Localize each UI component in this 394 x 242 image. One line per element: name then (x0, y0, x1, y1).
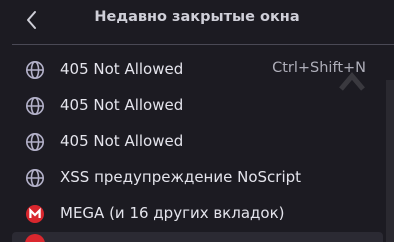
closed-window-item-partial[interactable] (12, 232, 383, 242)
scrollbar-track[interactable] (386, 80, 394, 242)
closed-window-label: 405 Not Allowed (60, 132, 184, 150)
closed-window-label: 405 Not Allowed (60, 60, 184, 78)
recently-closed-windows-panel: Недавно закрытые окна 405 Not Allowed Ct… (0, 0, 394, 242)
panel-header: Недавно закрытые окна (0, 0, 394, 40)
closed-window-item[interactable]: MEGA (и 16 других вкладок) (12, 196, 383, 232)
closed-window-label: XSS предупреждение NoScript (60, 168, 302, 186)
closed-window-item[interactable]: 405 Not Allowed (12, 88, 383, 124)
back-button[interactable] (18, 6, 46, 34)
header-separator (12, 44, 394, 45)
chevron-left-icon (27, 11, 36, 29)
globe-icon (25, 96, 45, 116)
closed-window-label: 405 Not Allowed (60, 96, 184, 114)
closed-window-item[interactable]: 405 Not Allowed (12, 124, 383, 160)
closed-window-label: MEGA (и 16 других вкладок) (60, 204, 285, 222)
closed-window-item[interactable]: 405 Not Allowed Ctrl+Shift+N (12, 52, 383, 88)
mega-icon (25, 204, 45, 224)
closed-windows-list: 405 Not Allowed Ctrl+Shift+N 405 Not All… (12, 52, 383, 232)
panel-title: Недавно закрытые окна (94, 9, 300, 25)
globe-icon (25, 132, 45, 152)
closed-window-item[interactable]: XSS предупреждение NoScript (12, 160, 383, 196)
globe-icon (25, 60, 45, 80)
chevron-up-icon (339, 72, 365, 91)
globe-icon (25, 168, 45, 188)
